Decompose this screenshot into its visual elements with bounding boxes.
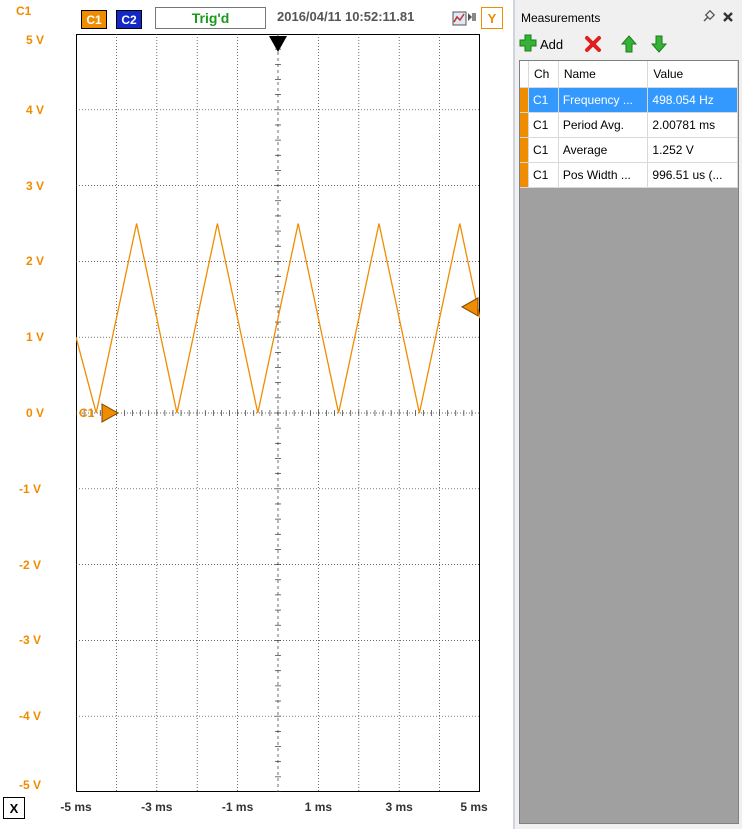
y-tick-label: 4 V <box>26 102 45 117</box>
header-stripe <box>520 61 529 88</box>
measurement-value: 996.51 us (... <box>647 162 738 188</box>
panel-title-bar: Measurements <box>515 4 742 30</box>
y-tick-label: 2 V <box>26 254 45 269</box>
capture-timestamp: 2016/04/11 10:52:11.81 <box>277 9 415 24</box>
measurement-row[interactable]: C1 Frequency ... 498.054 Hz <box>520 87 738 113</box>
channel-color-stripe <box>520 162 529 188</box>
trigger-status: Trig'd <box>155 7 266 29</box>
x-tick-label: 3 ms <box>385 800 413 814</box>
measurements-panel: Measurements Add Ch Name Value C1 Freque… <box>515 0 742 829</box>
x-tick-label: 5 ms <box>460 800 488 814</box>
measurements-toolbar: Add <box>515 30 742 58</box>
measurement-name: Frequency ... <box>558 87 649 113</box>
x-tick-label: -1 ms <box>221 800 254 814</box>
channel-1-ground-label: C1 <box>79 406 95 420</box>
y-tick-label: 3 V <box>26 178 45 193</box>
channel-1-button[interactable]: C1 <box>81 10 107 29</box>
y-tick-label: 1 V <box>26 330 45 345</box>
measurements-table: Ch Name Value C1 Frequency ... 498.054 Hz C… <box>520 61 738 188</box>
y-tick-label: -3 V <box>19 633 42 648</box>
add-label: Add <box>540 36 564 52</box>
channel-color-stripe <box>520 137 529 163</box>
measurement-value: 2.00781 ms <box>647 112 738 138</box>
measurement-channel: C1 <box>528 162 559 188</box>
measurement-channel: C1 <box>528 87 559 113</box>
panel-title: Measurements <box>521 11 601 25</box>
move-up-icon[interactable] <box>619 34 639 54</box>
cursor-tools-icon[interactable] <box>449 7 479 29</box>
delete-icon[interactable] <box>583 34 603 54</box>
x-tick-label: -5 ms <box>60 800 92 814</box>
table-header-row: Ch Name Value <box>520 61 738 88</box>
y-tick-label: 5 V <box>26 33 45 47</box>
column-header-ch[interactable]: Ch <box>528 61 559 88</box>
measurement-channel: C1 <box>528 112 559 138</box>
pin-icon[interactable] <box>701 9 716 24</box>
move-down-icon[interactable] <box>649 34 669 54</box>
channel-2-button[interactable]: C2 <box>116 10 142 29</box>
column-header-name[interactable]: Name <box>558 61 649 88</box>
measurement-name: Pos Width ... <box>558 162 649 188</box>
measurement-name: Average <box>558 137 649 163</box>
channel-color-stripe <box>520 87 529 113</box>
channel-color-stripe <box>520 112 529 138</box>
measurement-channel: C1 <box>528 137 559 163</box>
x-tick-label: -3 ms <box>141 800 173 814</box>
y-tick-label: -1 V <box>19 481 42 496</box>
y-tick-label: -4 V <box>19 709 42 724</box>
column-header-value[interactable]: Value <box>647 61 738 88</box>
x-axis-button[interactable]: X <box>3 797 25 819</box>
plus-icon <box>519 34 537 55</box>
close-icon[interactable] <box>721 10 735 24</box>
measurement-row[interactable]: C1 Average 1.252 V <box>520 137 738 163</box>
measurement-name: Period Avg. <box>558 112 649 138</box>
y-tick-label: 0 V <box>26 406 45 420</box>
add-measurement-button[interactable]: Add <box>519 34 563 54</box>
y-axis-button[interactable]: Y <box>481 7 503 29</box>
y-axis-labels: 5 V 4 V 3 V 2 V 1 V 0 V -1 V -2 V -3 V -4 V -5 V <box>0 0 76 800</box>
y-tick-label: -2 V <box>19 557 42 572</box>
oscilloscope-view: C1 C1 C2 Trig'd 2016/04/11 10:52:11.81 Y… <box>0 0 513 829</box>
measurement-value: 1.252 V <box>647 137 738 163</box>
y-tick-label: -5 V <box>19 778 42 792</box>
measurement-row[interactable]: C1 Pos Width ... 996.51 us (... <box>520 162 738 188</box>
measurements-table-area: Ch Name Value C1 Frequency ... 498.054 Hz C… <box>519 60 739 824</box>
measurement-value: 498.054 Hz <box>647 87 738 113</box>
x-tick-label: 1 ms <box>304 800 333 814</box>
waveform-plot[interactable] <box>76 34 480 792</box>
measurement-row[interactable]: C1 Period Avg. 2.00781 ms <box>520 112 738 138</box>
